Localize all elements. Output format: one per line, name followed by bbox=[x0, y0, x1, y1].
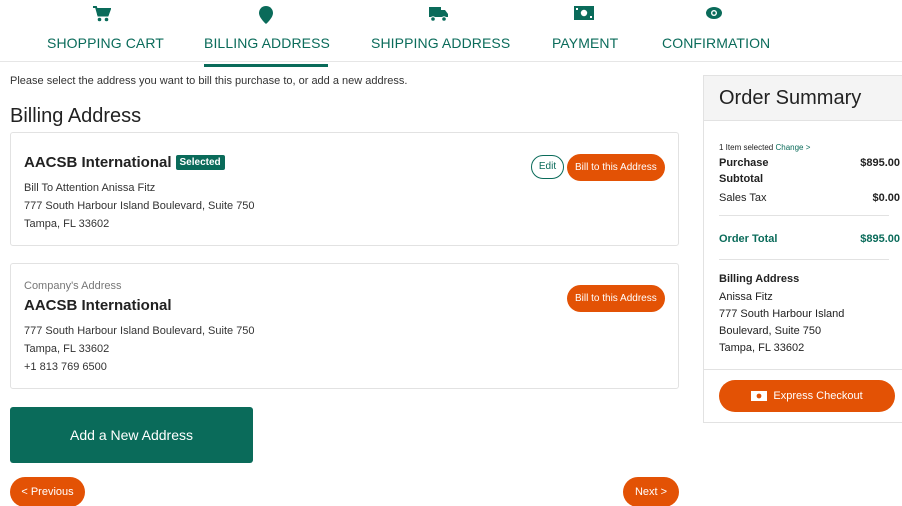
step-confirmation[interactable]: CONFIRMATION bbox=[662, 6, 771, 51]
next-button[interactable]: Next > bbox=[623, 477, 679, 506]
address-attention: Bill To Attention Anissa Fitz bbox=[24, 182, 156, 194]
address-street: 777 South Harbour Island Boulevard, Suit… bbox=[24, 200, 255, 212]
change-link[interactable]: Change > bbox=[775, 143, 810, 152]
summary-divider bbox=[719, 215, 889, 216]
intro-text: Please select the address you want to bi… bbox=[10, 75, 408, 87]
order-summary-title: Order Summary bbox=[719, 87, 862, 109]
step-shipping-address[interactable]: SHIPPING ADDRESS bbox=[371, 6, 511, 51]
billing-line3: Tampa, FL 33602 bbox=[719, 342, 805, 354]
address-name: AACSB International bbox=[24, 297, 172, 314]
purchase-value: $895.00 bbox=[860, 157, 900, 169]
billing-line2: Boulevard, Suite 750 bbox=[719, 325, 822, 337]
bill-to-address-button[interactable]: Bill to this Address bbox=[567, 154, 665, 181]
previous-button[interactable]: < Previous bbox=[10, 477, 85, 506]
address-city: Tampa, FL 33602 bbox=[24, 343, 110, 355]
cart-icon bbox=[47, 6, 157, 26]
sales-tax-label: Sales Tax bbox=[719, 192, 767, 204]
address-name: AACSB International Selected bbox=[24, 154, 225, 171]
step-label: SHOPPING CART bbox=[47, 35, 164, 51]
map-pin-icon bbox=[204, 6, 328, 26]
checkout-steps: SHOPPING CART BILLING ADDRESS SHIPPING A… bbox=[0, 0, 902, 67]
money-icon bbox=[552, 6, 616, 26]
address-card-selected[interactable]: AACSB International Selected Bill To Atte… bbox=[10, 132, 679, 246]
add-new-address-button[interactable]: Add a New Address bbox=[10, 407, 253, 463]
order-total-value: $895.00 bbox=[860, 233, 900, 245]
summary-divider bbox=[704, 369, 902, 370]
address-sublabel: Company's Address bbox=[24, 280, 122, 292]
eye-icon bbox=[662, 6, 766, 26]
billing-name: Anissa Fitz bbox=[719, 291, 773, 303]
address-city: Tampa, FL 33602 bbox=[24, 218, 110, 230]
subtotal-label: Subtotal bbox=[719, 173, 763, 185]
bill-to-address-button[interactable]: Bill to this Address bbox=[567, 285, 665, 312]
address-phone: +1 813 769 6500 bbox=[24, 361, 107, 373]
step-label: SHIPPING ADDRESS bbox=[371, 35, 511, 51]
step-payment[interactable]: PAYMENT bbox=[552, 6, 619, 51]
billing-address-heading: Billing Address bbox=[719, 273, 800, 285]
truck-icon bbox=[371, 6, 507, 26]
address-card-company[interactable]: Company's Address AACSB International 77… bbox=[10, 263, 679, 389]
order-total-label: Order Total bbox=[719, 233, 778, 245]
summary-divider bbox=[719, 259, 889, 260]
address-street: 777 South Harbour Island Boulevard, Suit… bbox=[24, 325, 255, 337]
selected-badge: Selected bbox=[175, 155, 225, 170]
page-title: Billing Address bbox=[10, 105, 142, 127]
step-label: PAYMENT bbox=[552, 35, 619, 51]
step-billing-address[interactable]: BILLING ADDRESS bbox=[204, 6, 330, 67]
active-step-underline bbox=[204, 64, 328, 67]
purchase-label: Purchase bbox=[719, 157, 769, 169]
express-checkout-button[interactable]: Express Checkout bbox=[719, 380, 895, 412]
billing-line1: 777 South Harbour Island bbox=[719, 308, 845, 320]
step-label: BILLING ADDRESS bbox=[204, 35, 330, 51]
edit-address-button[interactable]: Edit bbox=[531, 155, 564, 179]
sales-tax-value: $0.00 bbox=[872, 192, 900, 204]
items-selected: 1 Item selected Change > bbox=[719, 143, 811, 152]
order-summary: Order Summary 1 Item selected Change > P… bbox=[703, 75, 902, 423]
step-label: CONFIRMATION bbox=[662, 35, 771, 51]
step-shopping-cart[interactable]: SHOPPING CART bbox=[47, 6, 164, 51]
money-icon bbox=[751, 382, 768, 414]
express-checkout-label: Express Checkout bbox=[773, 390, 863, 402]
order-summary-header: Order Summary bbox=[704, 76, 902, 121]
